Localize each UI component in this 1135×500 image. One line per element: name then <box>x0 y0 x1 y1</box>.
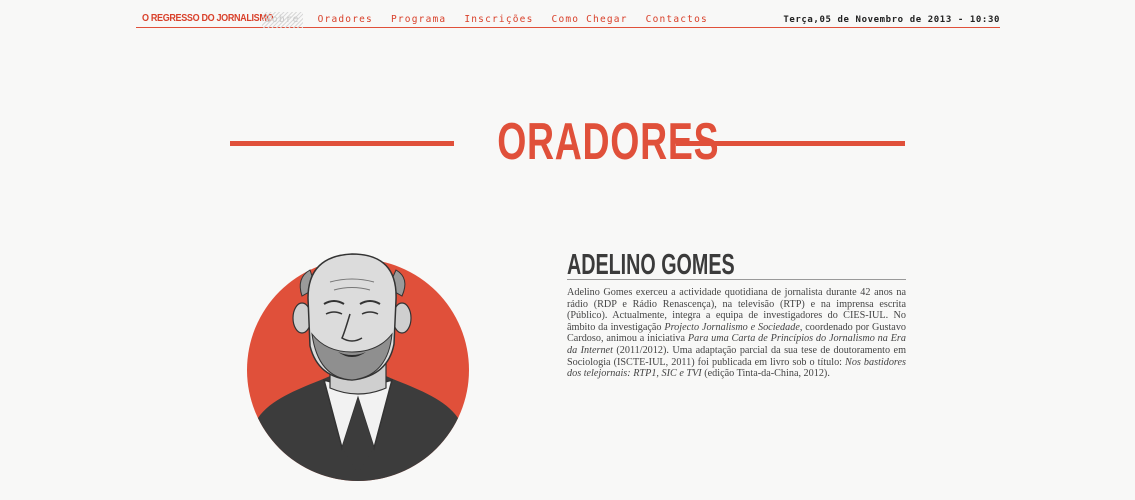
nav-item-como-chegar[interactable]: Como Chegar <box>549 12 631 28</box>
heading-rule-right <box>676 141 905 146</box>
main-nav: Sobre Oradores Programa Inscrições Como … <box>262 12 723 28</box>
current-datetime: Terça,05 de Novembro de 2013 - 10:30 <box>783 15 1000 25</box>
top-navigation-bar: O REGRESSO DO JORNALISMO Sobre Oradores … <box>136 12 1000 28</box>
nav-item-oradores[interactable]: Oradores <box>315 12 376 28</box>
nav-item-contactos[interactable]: Contactos <box>643 12 711 28</box>
site-logo[interactable]: O REGRESSO DO JORNALISMO <box>142 12 274 24</box>
heading-rule-left <box>230 141 454 146</box>
page-title: ORADORES <box>454 112 718 172</box>
speaker-name: ADELINO GOMES <box>567 250 906 280</box>
speaker-bio-section: ADELINO GOMES Adelino Gomes exerceu a ac… <box>567 250 906 380</box>
nav-item-sobre[interactable]: Sobre <box>262 12 303 28</box>
nav-item-inscricoes[interactable]: Inscrições <box>461 12 536 28</box>
speaker-name-text: ADELINO GOMES <box>567 249 735 281</box>
nav-item-programa[interactable]: Programa <box>388 12 449 28</box>
speaker-bio: Adelino Gomes exerceu a actividade quoti… <box>567 287 906 380</box>
speaker-portrait <box>247 253 469 481</box>
bio-italic-1: Projecto Jornalismo e Sociedade <box>664 321 800 333</box>
bio-text-4: (edição Tinta-da-China, 2012). <box>701 368 830 380</box>
section-heading: ORADORES <box>230 112 905 172</box>
